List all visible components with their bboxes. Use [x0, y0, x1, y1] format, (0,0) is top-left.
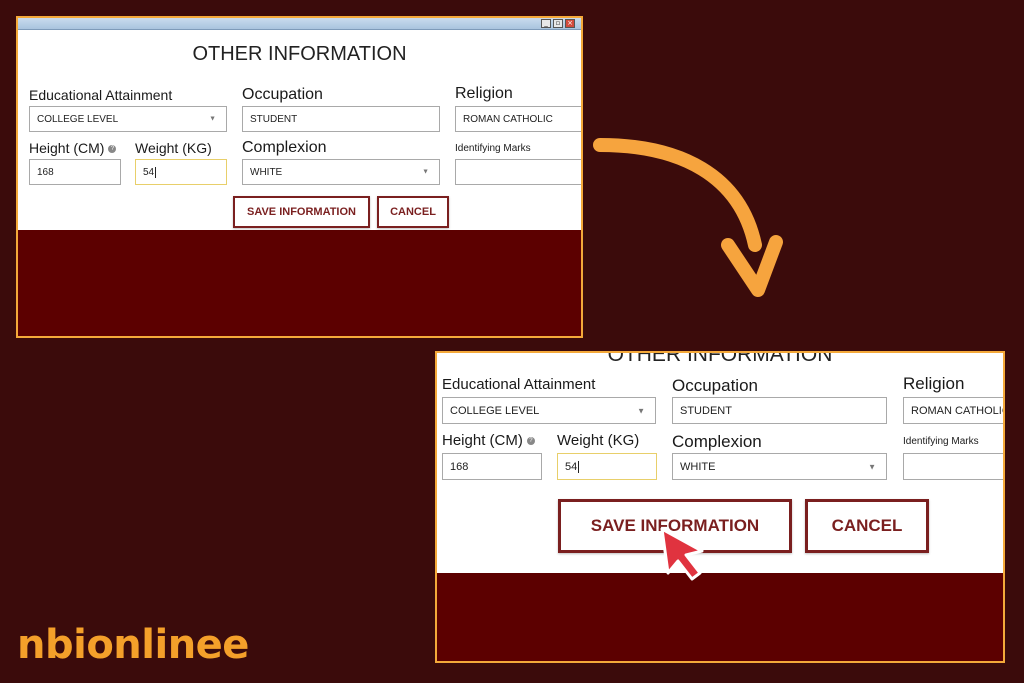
complexion-select[interactable]: WHITE ▼ [242, 159, 440, 185]
chevron-down-icon: ▼ [209, 115, 216, 123]
form-title: OTHER INFORMATION [607, 353, 833, 366]
other-information-form: OTHER INFORMATION Educational Attainment… [18, 30, 581, 230]
mouse-pointer-icon [660, 527, 704, 581]
identifying-marks-input[interactable] [903, 453, 1003, 480]
brand-logo: nbionlinee [17, 622, 249, 668]
close-icon[interactable]: × [565, 19, 575, 28]
complexion-label: Complexion [672, 432, 762, 451]
chevron-down-icon: ▼ [637, 406, 645, 415]
religion-input[interactable]: ROMAN CATHOLIC [455, 106, 581, 132]
screenshot-before: _ ▫ × OTHER INFORMATION Educational Atta… [16, 16, 583, 338]
identifying-marks-label: Identifying Marks [455, 143, 531, 154]
chevron-down-icon: ▼ [422, 168, 429, 176]
curved-arrow-icon [593, 138, 783, 297]
screenshot-after: OTHER INFORMATION Educational Attainment… [435, 351, 1005, 663]
weight-input[interactable]: 54 [135, 159, 227, 185]
complexion-select[interactable]: WHITE ▼ [672, 453, 887, 480]
educational-attainment-select[interactable]: COLLEGE LEVEL ▼ [442, 397, 656, 424]
save-information-button[interactable]: SAVE INFORMATION [233, 196, 370, 228]
help-icon[interactable]: ? [108, 145, 117, 154]
occupation-input[interactable]: STUDENT [242, 106, 440, 132]
weight-label: Weight (KG) [557, 432, 640, 449]
educational-attainment-label: Educational Attainment [29, 87, 173, 103]
identifying-marks-label: Identifying Marks [903, 436, 979, 447]
text-cursor [578, 460, 580, 473]
text-cursor [155, 166, 157, 178]
height-label: Height (CM)? [29, 140, 117, 156]
restore-icon[interactable]: ▫ [553, 19, 563, 28]
educational-attainment-select[interactable]: COLLEGE LEVEL ▼ [29, 106, 227, 132]
window-titlebar: _ ▫ × [18, 18, 581, 30]
minimize-icon[interactable]: _ [541, 19, 551, 28]
chevron-down-icon: ▼ [868, 462, 876, 471]
weight-input[interactable]: 54 [557, 453, 657, 480]
occupation-label: Occupation [242, 86, 323, 103]
weight-label: Weight (KG) [135, 140, 212, 156]
occupation-label: Occupation [672, 376, 758, 395]
religion-label: Religion [903, 374, 965, 393]
religion-label: Religion [455, 85, 513, 102]
cancel-button[interactable]: CANCEL [377, 196, 449, 228]
other-information-form-zoomed: OTHER INFORMATION Educational Attainment… [437, 353, 1003, 573]
identifying-marks-input[interactable] [455, 159, 581, 185]
cancel-button[interactable]: CANCEL [805, 499, 929, 553]
occupation-input[interactable]: STUDENT [672, 397, 887, 424]
religion-input[interactable]: ROMAN CATHOLIC [903, 397, 1003, 424]
height-input[interactable]: 168 [29, 159, 121, 185]
educational-attainment-label: Educational Attainment [442, 376, 596, 393]
complexion-label: Complexion [242, 139, 327, 156]
form-title: OTHER INFORMATION [192, 43, 407, 65]
height-input[interactable]: 168 [442, 453, 542, 480]
help-icon[interactable]: ? [526, 437, 535, 446]
height-label: Height (CM)? [442, 432, 535, 449]
